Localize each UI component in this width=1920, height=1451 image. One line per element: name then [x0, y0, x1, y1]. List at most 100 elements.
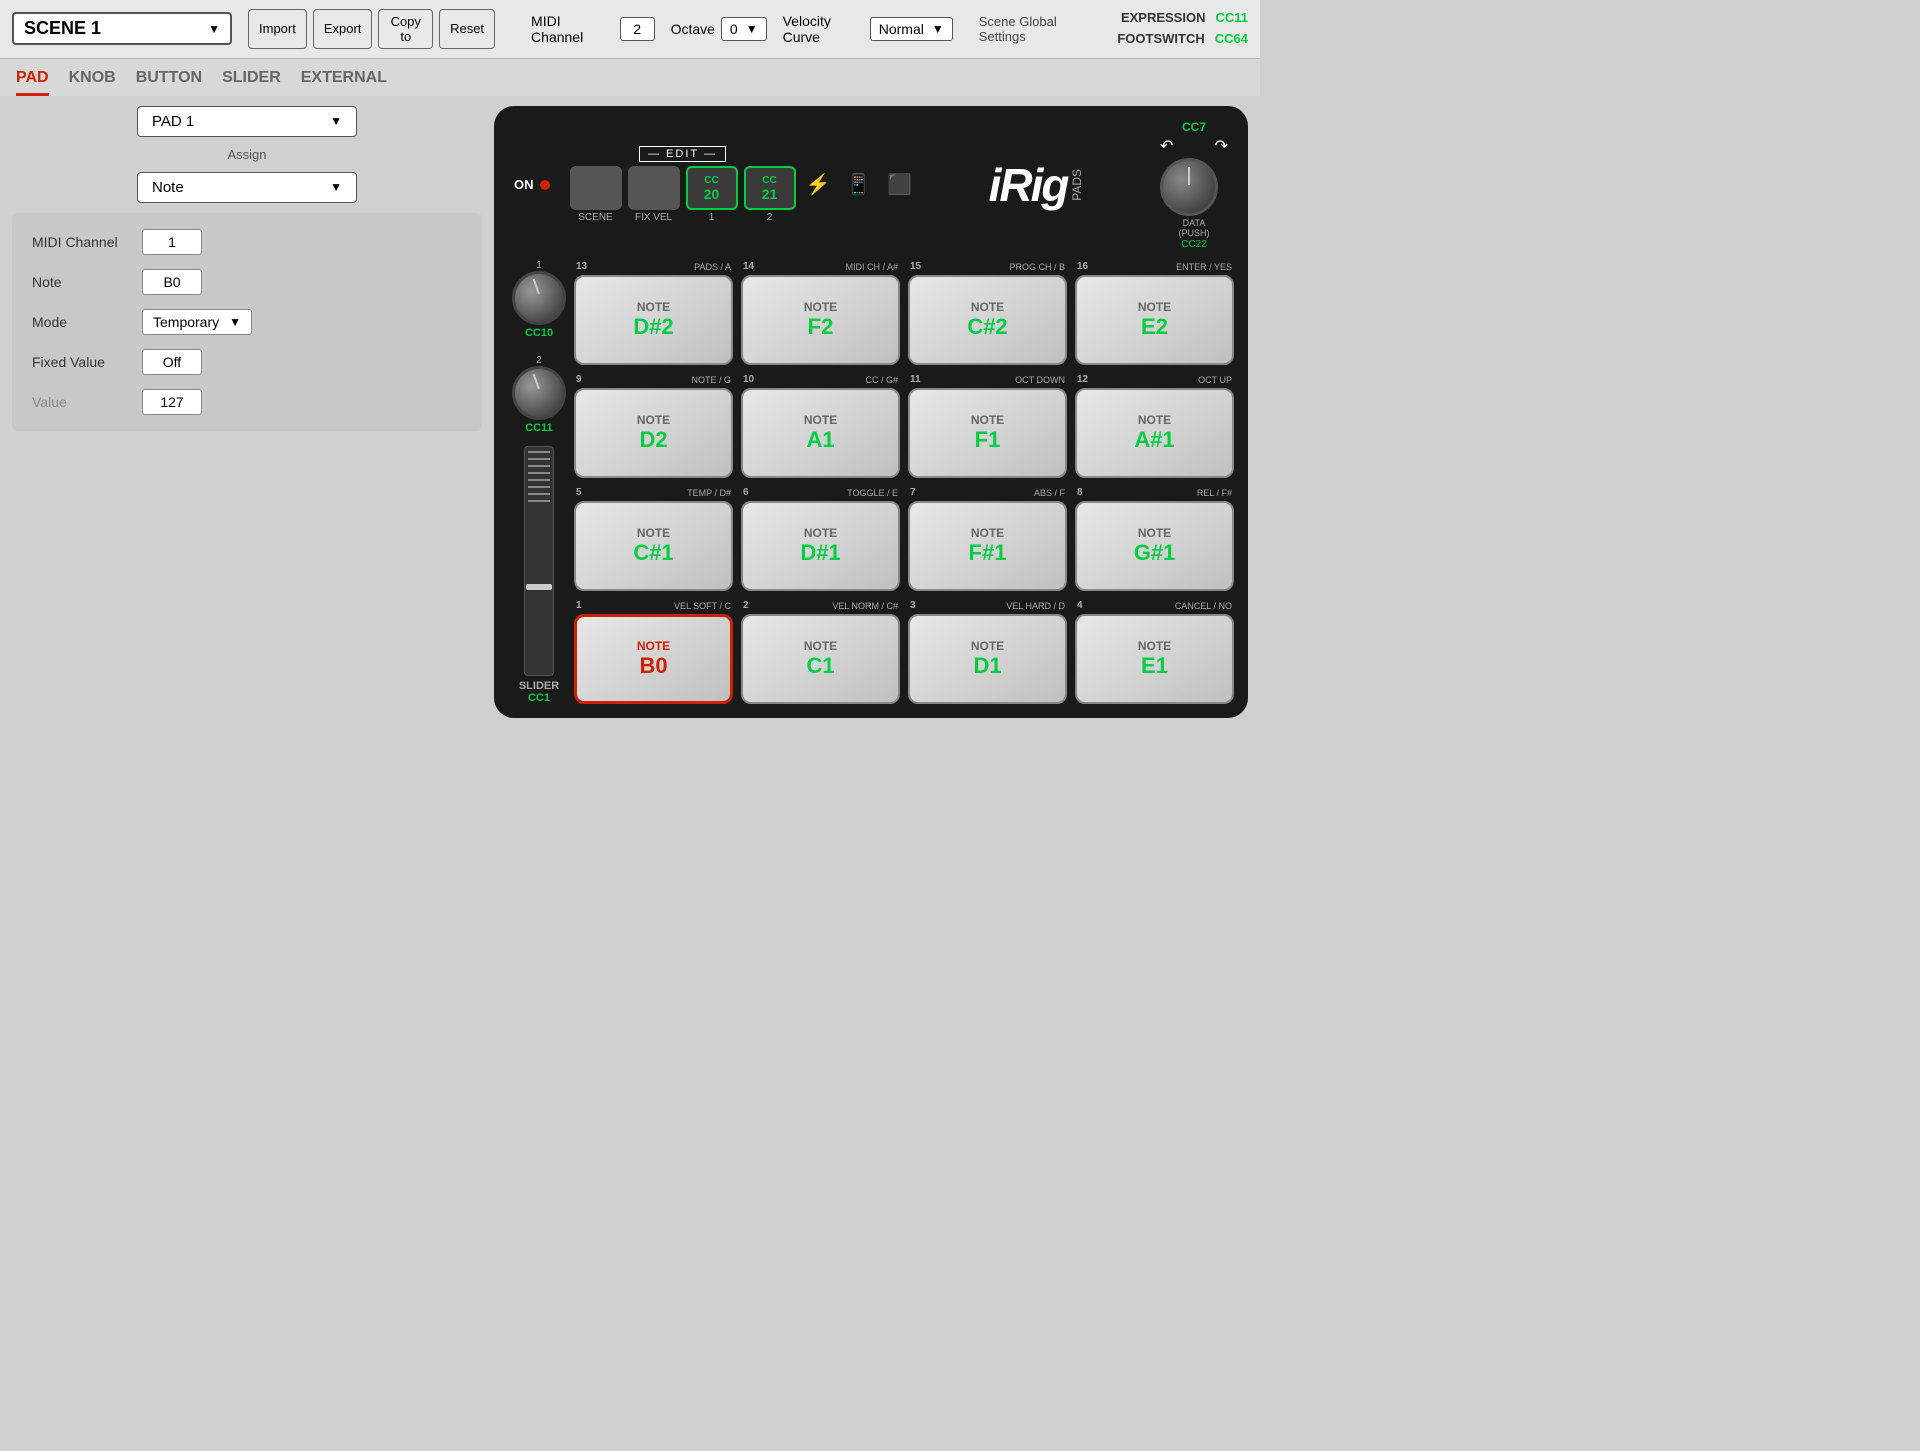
fixed-value-row: Fixed Value Off: [32, 349, 462, 375]
pad-meta-1: 1VEL SOFT / C: [574, 599, 733, 612]
pad-select-dropdown[interactable]: PAD 1 ▼: [137, 106, 357, 137]
slider-label: SLIDER: [519, 680, 559, 692]
pad-type-12: NOTE: [1138, 413, 1171, 427]
pad-grid-area: 1 CC10 2 CC11: [508, 260, 1234, 704]
cc7-knob: CC7 ↶ ↷ DATA(PUSH) CC22: [1160, 120, 1228, 251]
pad-button-13[interactable]: NOTED#2: [574, 275, 733, 365]
tab-slider[interactable]: SLIDER: [222, 69, 281, 96]
pad-button-7[interactable]: NOTEF#1: [908, 501, 1067, 591]
import-button[interactable]: Import: [248, 9, 307, 49]
pad-type-13: NOTE: [637, 300, 670, 314]
scene-select-dropdown[interactable]: SCENE 1 ▼: [12, 12, 232, 45]
velocity-area: Velocity Curve Normal ▼: [783, 13, 953, 45]
pad-button-10[interactable]: NOTEA1: [741, 388, 900, 478]
pad-note-11: F1: [975, 427, 1001, 453]
octave-dropdown-icon: ▼: [746, 22, 758, 36]
expression-footswitch-panel: EXPRESSION CC11 FOOTSWITCH CC64: [1117, 8, 1248, 50]
pad-cell-5: 5TEMP / D#NOTEC#1: [574, 486, 733, 591]
reset-button[interactable]: Reset: [439, 9, 495, 49]
pad-cell-12: 12OCT UPNOTEA#1: [1075, 373, 1234, 478]
slider-track[interactable]: [524, 446, 554, 676]
knob-circle[interactable]: [1160, 158, 1218, 216]
export-button[interactable]: Export: [313, 9, 373, 49]
mode-value: Temporary: [153, 314, 219, 330]
global-midi-channel-value[interactable]: 2: [620, 17, 655, 41]
pad-func-3: VEL HARD / D: [1006, 601, 1065, 611]
pad-func-10: CC / G#: [865, 375, 898, 385]
tab-button[interactable]: BUTTON: [136, 69, 202, 96]
pad-grid: 13PADS / ANOTED#214MIDI CH / A#NOTEF215P…: [574, 260, 1234, 704]
pad-func-16: ENTER / YES: [1176, 262, 1232, 272]
param-section: MIDI Channel 1 Note B0 Mode Temporary ▼ …: [12, 213, 482, 431]
edit-buttons: SCENE FIX VEL CC 20 1: [570, 166, 796, 223]
footswitch-label: FOOTSWITCH: [1117, 29, 1204, 50]
midi-channel-param-value[interactable]: 1: [142, 229, 202, 255]
pad-meta-3: 3 VEL HARD / D: [908, 599, 1067, 612]
pad-cell-4: 4 CANCEL / NO NOTEE1: [1075, 599, 1234, 704]
velocity-curve-dropdown[interactable]: Normal ▼: [870, 17, 953, 41]
assign-label: Assign: [12, 147, 482, 162]
pad-button-2[interactable]: NOTEC1: [741, 614, 900, 704]
pad-button-11[interactable]: NOTEF1: [908, 388, 1067, 478]
expression-label: EXPRESSION: [1121, 8, 1206, 29]
knob-left-arrow: ↶: [1160, 136, 1173, 156]
pad-button-4[interactable]: NOTEE1: [1075, 614, 1234, 704]
device-icons: ⚡ 📱 ⬛: [806, 172, 913, 197]
cc21-button[interactable]: CC 21: [744, 166, 796, 210]
knob1[interactable]: [512, 271, 566, 325]
pad-num-3: 3: [910, 600, 916, 611]
knob2[interactable]: [512, 366, 566, 420]
velocity-curve-value: Normal: [879, 21, 924, 37]
pad-button-8[interactable]: NOTEG#1: [1075, 501, 1234, 591]
pad-num-13: 13: [576, 261, 587, 272]
pad-button-9[interactable]: NOTED2: [574, 388, 733, 478]
pad-num-12: 12: [1077, 374, 1088, 385]
knob2-num: 2: [536, 355, 542, 366]
fix-vel-button[interactable]: [628, 166, 680, 210]
tab-pad[interactable]: PAD: [16, 69, 49, 96]
pad-button-1[interactable]: NOTEB0: [574, 614, 733, 704]
pad-button-12[interactable]: NOTEA#1: [1075, 388, 1234, 478]
pad-num-9: 9: [576, 374, 582, 385]
pad-num-1: 1: [576, 600, 582, 611]
pad-cell-11: 11OCT DOWNNOTEF1: [908, 373, 1067, 478]
tab-external[interactable]: EXTERNAL: [301, 69, 387, 96]
pad-type-4: NOTE: [1138, 639, 1171, 653]
octave-dropdown[interactable]: 0 ▼: [721, 17, 767, 41]
cc21-sub-label: 2: [767, 212, 773, 223]
knob-right-arrow: ↷: [1215, 136, 1228, 156]
pad-note-9: D2: [639, 427, 667, 453]
pad-type-14: NOTE: [804, 300, 837, 314]
pad-meta-7: 7ABS / F: [908, 486, 1067, 499]
value-value[interactable]: 127: [142, 389, 202, 415]
midi-channel-row: MIDI Channel 1: [32, 229, 462, 255]
cc20-button[interactable]: CC 20: [686, 166, 738, 210]
copy-to-button[interactable]: Copy to: [378, 9, 433, 49]
fixed-value-value[interactable]: Off: [142, 349, 202, 375]
tab-knob[interactable]: KNOB: [69, 69, 116, 96]
octave-label: Octave: [671, 21, 715, 37]
pad-button-15[interactable]: NOTEC#2: [908, 275, 1067, 365]
main-layout: PAD 1 ▼ Assign Note ▼ MIDI Channel 1 Not…: [0, 96, 1260, 729]
pad-func-4: CANCEL / NO: [1175, 601, 1232, 611]
pads-text: PADS: [1070, 169, 1084, 201]
cc7-label: CC7: [1182, 120, 1206, 134]
pad-button-14[interactable]: NOTEF2: [741, 275, 900, 365]
mode-dropdown[interactable]: Temporary ▼: [142, 309, 252, 335]
velocity-curve-label: Velocity Curve: [783, 13, 864, 45]
scene-button[interactable]: [570, 166, 622, 210]
pad-meta-15: 15PROG CH / B: [908, 260, 1067, 273]
footswitch-value: CC64: [1215, 29, 1248, 50]
global-midi-channel-label: MIDI Channel: [531, 13, 612, 45]
pad-num-4: 4: [1077, 600, 1083, 611]
pad-num-2: 2: [743, 600, 749, 611]
pad-button-6[interactable]: NOTED#1: [741, 501, 900, 591]
slider-area: SLIDER CC1: [519, 446, 559, 704]
pad-button-16[interactable]: NOTEE2: [1075, 275, 1234, 365]
note-assign-dropdown[interactable]: Note ▼: [137, 172, 357, 203]
left-panel: PAD 1 ▼ Assign Note ▼ MIDI Channel 1 Not…: [12, 106, 482, 719]
pad-button-3[interactable]: NOTED1: [908, 614, 1067, 704]
note-param-value[interactable]: B0: [142, 269, 202, 295]
pad-note-4: E1: [1141, 653, 1168, 679]
pad-button-5[interactable]: NOTEC#1: [574, 501, 733, 591]
